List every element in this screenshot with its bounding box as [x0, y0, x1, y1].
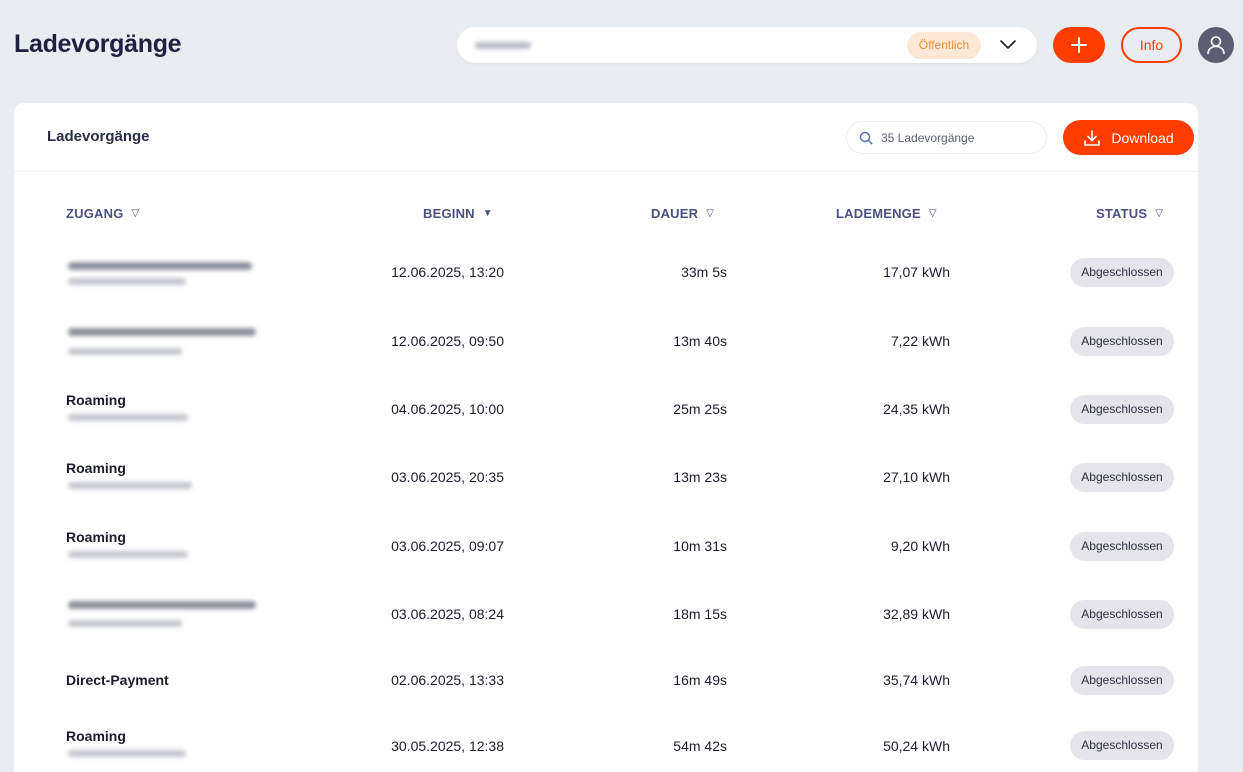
energy-cell: 17,07 kWh [883, 264, 950, 280]
duration-cell: 10m 31s [673, 538, 727, 554]
table-row[interactable]: 03.06.2025, 08:24 18m 15s 32,89 kWh Abge… [14, 579, 1198, 647]
chevron-down-icon[interactable] [998, 35, 1018, 55]
sort-triangle-icon: ▽ [1155, 208, 1164, 219]
sort-triangle-icon: ▽ [131, 208, 140, 219]
duration-cell: 16m 49s [673, 672, 727, 688]
download-icon [1084, 129, 1101, 146]
page-title: Ladevorgänge [14, 30, 182, 58]
column-header-access[interactable]: ZUGANG ▽ [66, 206, 139, 221]
table-row[interactable]: 12.06.2025, 09:50 13m 40s 7,22 kWh Abges… [14, 306, 1198, 374]
start-cell: 02.06.2025, 13:33 [391, 672, 504, 688]
public-badge: Öffentlich [907, 32, 981, 59]
access-detail-redacted [68, 482, 192, 489]
table-row[interactable]: 12.06.2025, 13:20 33m 5s 17,07 kWh Abges… [14, 238, 1198, 306]
start-cell: 03.06.2025, 09:07 [391, 538, 504, 554]
status-badge: Abgeschlossen [1070, 327, 1174, 356]
search-box[interactable] [846, 121, 1047, 154]
status-badge: Abgeschlossen [1070, 395, 1174, 424]
energy-cell: 50,24 kWh [883, 738, 950, 754]
location-select[interactable]: Öffentlich [457, 27, 1037, 63]
duration-cell: 54m 42s [673, 738, 727, 754]
table-row[interactable]: Roaming 04.06.2025, 10:00 25m 25s 24,35 … [14, 374, 1198, 442]
user-icon [1207, 36, 1225, 55]
energy-cell: 35,74 kWh [883, 672, 950, 688]
access-detail-redacted [68, 620, 182, 627]
access-detail-redacted [68, 750, 186, 757]
status-badge: Abgeschlossen [1070, 258, 1174, 287]
status-badge: Abgeschlossen [1070, 666, 1174, 695]
download-button[interactable]: Download [1063, 120, 1194, 155]
table-row[interactable]: Roaming 03.06.2025, 20:35 13m 23s 27,10 … [14, 442, 1198, 510]
start-cell: 12.06.2025, 13:20 [391, 264, 504, 280]
duration-cell: 18m 15s [673, 606, 727, 622]
table-row[interactable]: Roaming 03.06.2025, 09:07 10m 31s 9,20 k… [14, 511, 1198, 579]
avatar[interactable] [1198, 27, 1234, 63]
access-detail-redacted [68, 551, 188, 558]
access-detail-redacted [68, 278, 186, 285]
status-badge: Abgeschlossen [1070, 532, 1174, 561]
sort-triangle-icon: ▽ [706, 208, 715, 219]
card-header: Ladevorgänge Download [14, 103, 1198, 172]
location-name-redacted [475, 42, 531, 49]
access-name-redacted [68, 328, 256, 336]
plus-icon [1071, 37, 1087, 53]
status-badge: Abgeschlossen [1070, 600, 1174, 629]
start-cell: 12.06.2025, 09:50 [391, 333, 504, 349]
column-header-start[interactable]: BEGINN ▼ [423, 206, 493, 221]
search-input[interactable] [881, 128, 1041, 148]
access-detail-redacted [68, 414, 188, 421]
access-name: Roaming [66, 392, 126, 408]
sort-desc-active-icon: ▼ [482, 208, 493, 219]
search-icon [859, 131, 873, 145]
status-badge: Abgeschlossen [1070, 731, 1174, 760]
duration-cell: 13m 23s [673, 469, 727, 485]
start-cell: 30.05.2025, 12:38 [391, 738, 504, 754]
status-badge: Abgeschlossen [1070, 463, 1174, 492]
access-name: Roaming [66, 529, 126, 545]
access-name: Direct-Payment [66, 672, 169, 688]
energy-cell: 24,35 kWh [883, 401, 950, 417]
info-button[interactable]: Info [1121, 27, 1182, 63]
column-header-duration[interactable]: DAUER ▽ [651, 206, 714, 221]
column-header-status[interactable]: STATUS ▽ [1096, 206, 1163, 221]
access-name: Roaming [66, 728, 126, 744]
duration-cell: 25m 25s [673, 401, 727, 417]
energy-cell: 7,22 kWh [890, 333, 950, 349]
duration-cell: 13m 40s [673, 333, 727, 349]
access-name-redacted [68, 601, 256, 609]
access-detail-redacted [68, 348, 182, 355]
download-label: Download [1111, 129, 1174, 146]
sessions-card: Ladevorgänge Download ZUGANG ▽ BEGINN ▼ … [14, 103, 1198, 772]
energy-cell: 27,10 kWh [883, 469, 950, 485]
energy-cell: 9,20 kWh [890, 538, 950, 554]
sort-triangle-icon: ▽ [928, 208, 937, 219]
duration-cell: 33m 5s [681, 264, 727, 280]
table-row[interactable]: Roaming 30.05.2025, 12:38 54m 42s 50,24 … [14, 710, 1198, 772]
column-header-energy[interactable]: LADEMENGE ▽ [836, 206, 937, 221]
card-title: Ladevorgänge [47, 128, 150, 145]
access-name-redacted [68, 262, 252, 270]
add-button[interactable] [1053, 27, 1105, 63]
energy-cell: 32,89 kWh [883, 606, 950, 622]
table-row[interactable]: Direct-Payment 02.06.2025, 13:33 16m 49s… [14, 645, 1198, 713]
access-name: Roaming [66, 460, 126, 476]
start-cell: 04.06.2025, 10:00 [391, 401, 504, 417]
start-cell: 03.06.2025, 20:35 [391, 469, 504, 485]
start-cell: 03.06.2025, 08:24 [391, 606, 504, 622]
